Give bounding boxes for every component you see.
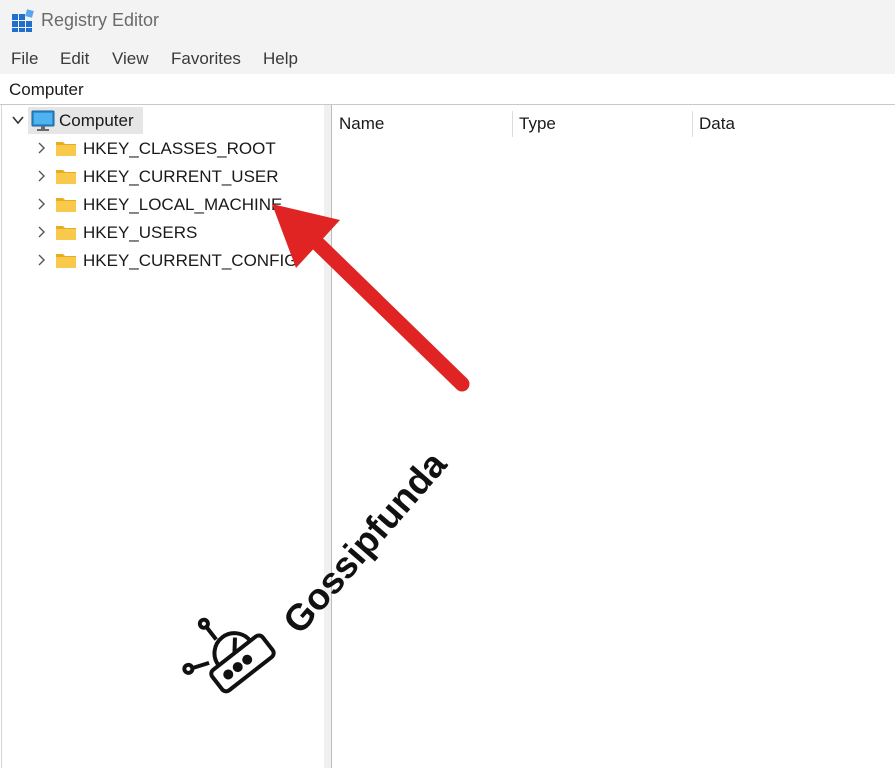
folder-icon: [56, 170, 76, 184]
menu-file[interactable]: File: [11, 49, 38, 69]
column-header-label: Type: [519, 114, 556, 133]
chevron-right-icon[interactable]: [34, 197, 48, 211]
address-path: Computer: [9, 80, 84, 99]
registry-editor-icon: [12, 9, 34, 32]
title-bar: Registry Editor: [0, 0, 895, 42]
tree-item-label: HKEY_CURRENT_CONFIG: [83, 251, 298, 270]
pane-splitter[interactable]: [324, 105, 332, 768]
chevron-down-icon[interactable]: [11, 113, 25, 127]
column-header-label: Name: [339, 114, 385, 133]
folder-icon: [56, 142, 76, 156]
address-bar[interactable]: Computer: [0, 74, 895, 105]
tree-item-label: HKEY_LOCAL_MACHINE: [83, 195, 283, 214]
tree-item-label: HKEY_CLASSES_ROOT: [83, 139, 276, 158]
column-header-label: Data: [699, 114, 735, 133]
computer-icon: [31, 110, 55, 131]
values-list-pane[interactable]: Name Type Data: [332, 105, 895, 768]
folder-icon: [56, 198, 76, 212]
chevron-right-icon[interactable]: [34, 169, 48, 183]
menu-bar: File Edit View Favorites Help: [0, 42, 895, 75]
chevron-right-icon[interactable]: [34, 141, 48, 155]
folder-icon: [56, 226, 76, 240]
menu-edit[interactable]: Edit: [60, 49, 89, 69]
column-header-data[interactable]: Data: [692, 105, 895, 141]
window-title: Registry Editor: [41, 10, 160, 30]
chevron-right-icon[interactable]: [34, 253, 48, 267]
tree-item-label: HKEY_CURRENT_USER: [83, 167, 279, 186]
column-header-name[interactable]: Name: [332, 105, 512, 141]
tree-root-computer[interactable]: Computer: [59, 111, 134, 131]
tree-item-label: HKEY_USERS: [83, 223, 198, 242]
column-header-type[interactable]: Type: [512, 105, 692, 141]
folder-icon: [56, 254, 76, 268]
chevron-right-icon[interactable]: [34, 225, 48, 239]
menu-favorites[interactable]: Favorites: [171, 49, 241, 69]
menu-help[interactable]: Help: [263, 49, 298, 69]
menu-view[interactable]: View: [112, 49, 149, 69]
